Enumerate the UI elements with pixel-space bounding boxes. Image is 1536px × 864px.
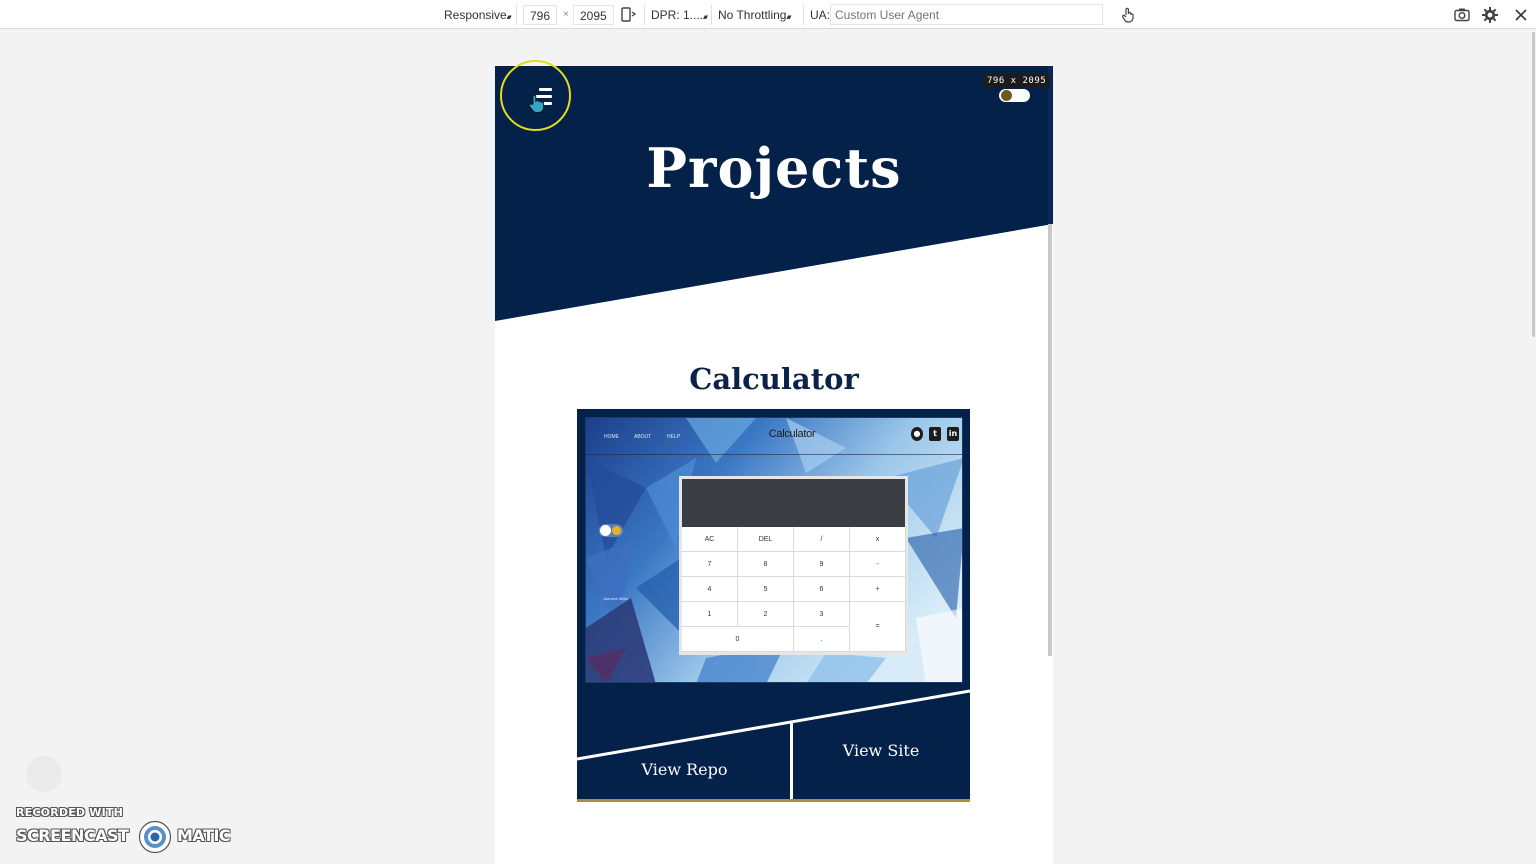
toolbar-divider xyxy=(803,5,804,25)
preview-title: Calculator xyxy=(768,428,816,440)
devtools-toolbar: Responsive 796 × 2095 DPR: 1.... No Thro… xyxy=(0,0,1536,29)
calculator-display xyxy=(682,479,905,527)
toolbar-divider xyxy=(516,5,517,25)
page-scrollbar-thumb[interactable] xyxy=(1532,32,1535,337)
calc-key-plus: + xyxy=(850,577,906,602)
height-input[interactable]: 2095 xyxy=(573,5,614,25)
times-sign: × xyxy=(563,9,569,20)
calc-key-3: 3 xyxy=(794,602,850,627)
calc-key-del: DEL xyxy=(738,527,794,552)
user-agent-input[interactable] xyxy=(830,4,1103,25)
calc-key-1: 1 xyxy=(682,602,738,627)
width-input[interactable]: 796 xyxy=(523,5,558,25)
calc-key-equals: = xyxy=(850,602,906,652)
calc-key-multiply: x xyxy=(850,527,906,552)
calc-key-divide: / xyxy=(794,527,850,552)
calc-key-decimal: . xyxy=(794,627,850,652)
device-mode-select[interactable]: Responsive xyxy=(444,5,510,25)
dpr-select[interactable]: DPR: 1.... xyxy=(651,5,706,25)
twitter-icon: t xyxy=(929,427,941,441)
calc-key-4: 4 xyxy=(682,577,738,602)
rotate-icon[interactable] xyxy=(620,6,638,24)
calc-key-8: 8 xyxy=(738,552,794,577)
preview-sun-icon xyxy=(612,526,621,535)
calc-key-7: 7 xyxy=(682,552,738,577)
screenshot-icon[interactable] xyxy=(1453,6,1471,24)
calc-key-5: 5 xyxy=(738,577,794,602)
screencast-logo-icon xyxy=(138,820,172,854)
calc-key-0: 0 xyxy=(682,627,794,652)
calc-key-9: 9 xyxy=(794,552,850,577)
preview-toggle-knob xyxy=(600,525,611,536)
touch-simulation-icon[interactable] xyxy=(1119,6,1137,24)
watermark-brand-left: SCREENCAST xyxy=(16,826,129,845)
faded-logo xyxy=(26,756,62,792)
preview-small-text: Jasmine Miller xyxy=(603,596,629,601)
github-icon: ● xyxy=(911,427,923,441)
watermark-recorded-with: RECORDED WITH xyxy=(16,806,124,819)
view-repo-button[interactable]: View Repo xyxy=(578,760,791,786)
toolbar-divider xyxy=(644,5,645,25)
calculator-widget: AC DEL / x 7 8 9 - 4 5 6 + 1 2 3 = 0 . xyxy=(679,476,908,655)
toolbar-divider xyxy=(711,5,712,25)
watermark-brand-right: MATIC xyxy=(177,826,231,845)
calc-key-minus: - xyxy=(850,552,906,577)
calc-key-2: 2 xyxy=(738,602,794,627)
ua-label: UA: xyxy=(810,8,831,22)
click-highlight-ring xyxy=(500,60,571,131)
preview-navbar-divider xyxy=(586,454,962,455)
project-preview-image[interactable]: HOME ABOUT HELP Calculator ● t in Jasmin… xyxy=(585,417,963,683)
view-site-button[interactable]: View Site xyxy=(792,741,970,767)
linkedin-icon: in xyxy=(947,427,959,441)
calc-key-ac: AC xyxy=(682,527,738,552)
settings-gear-icon[interactable] xyxy=(1481,6,1499,24)
card-accent-bar xyxy=(577,799,970,802)
close-icon[interactable] xyxy=(1512,6,1530,24)
project-title: Calculator xyxy=(689,362,859,396)
viewport-size-badge: 796 x 2095 xyxy=(983,74,1051,88)
theme-toggle-knob xyxy=(1001,90,1012,101)
page-title: Projects xyxy=(646,136,902,200)
throttling-select[interactable]: No Throttling xyxy=(718,5,789,25)
calc-key-6: 6 xyxy=(794,577,850,602)
